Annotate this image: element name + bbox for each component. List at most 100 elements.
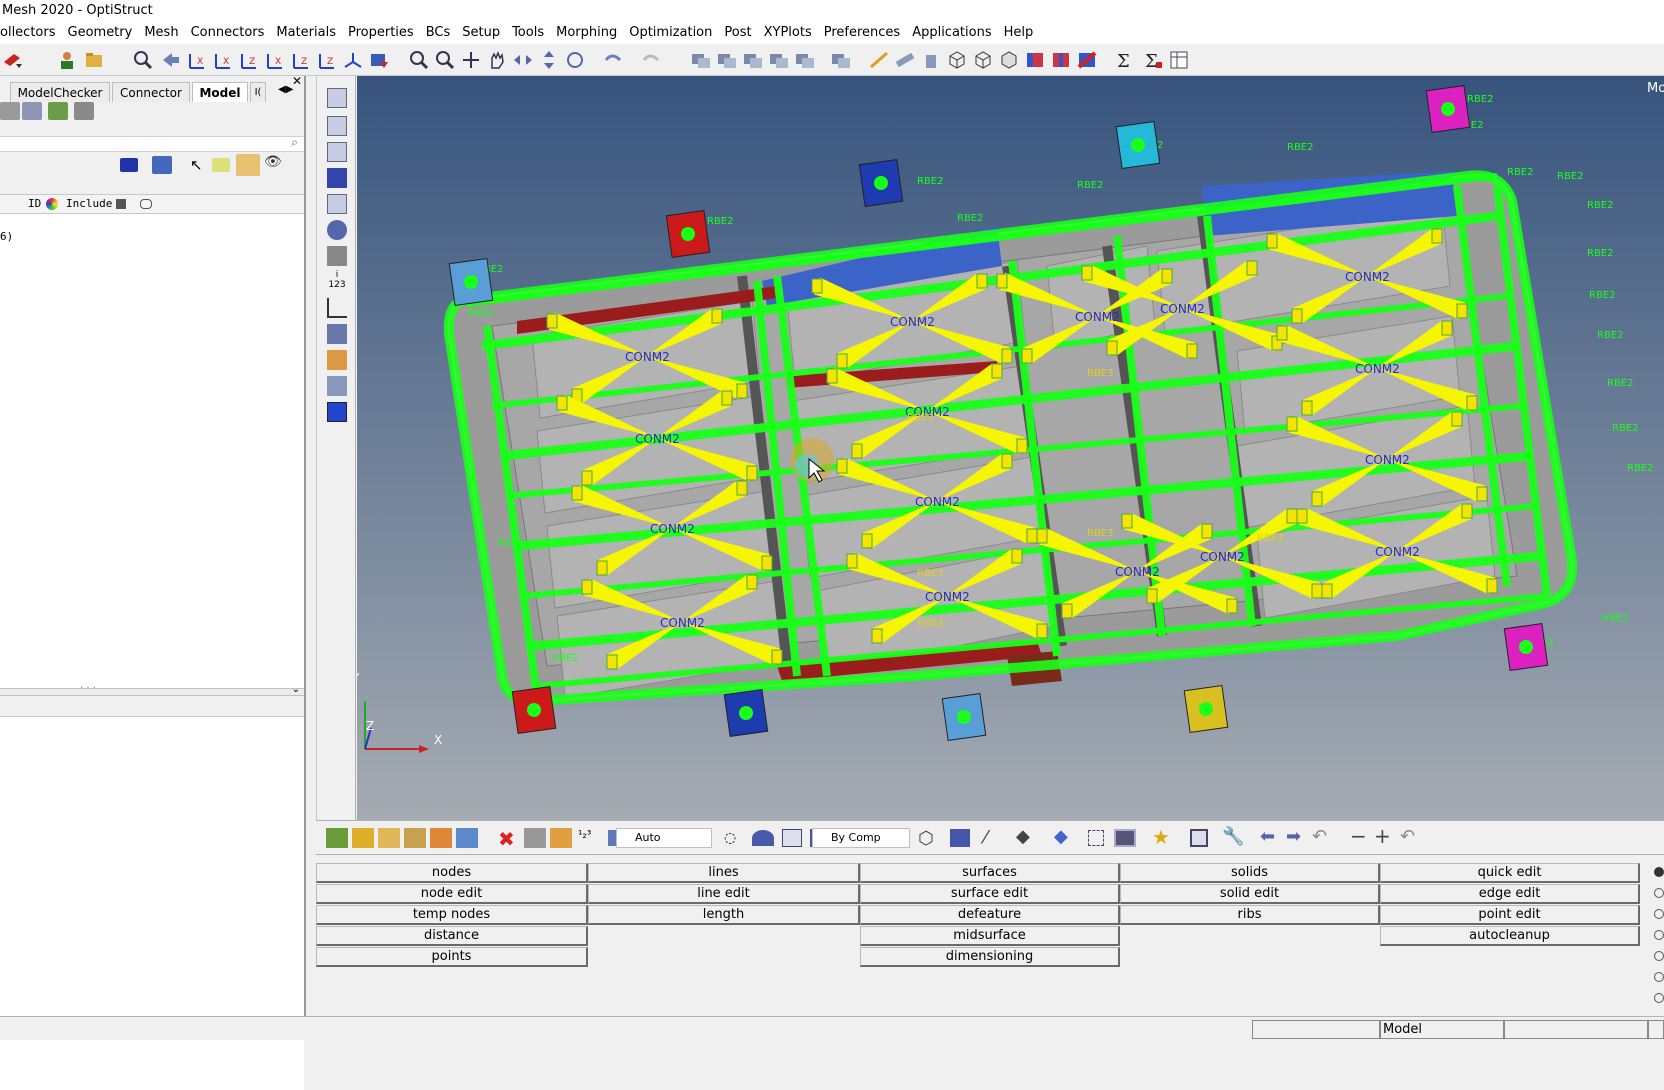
browser-search-input[interactable]: ⌕ — [0, 135, 304, 152]
menu-materials[interactable]: Materials — [270, 22, 342, 44]
undo-icon[interactable] — [602, 50, 624, 70]
scale-icon[interactable] — [327, 298, 347, 318]
binoculars-icon[interactable] — [327, 246, 347, 266]
browser-tool-4-icon[interactable] — [74, 102, 94, 120]
auto-combo[interactable]: Auto — [616, 828, 712, 848]
contour-icon-2[interactable] — [1050, 50, 1072, 70]
zoom-window-icon[interactable] — [132, 50, 154, 70]
layout-icon[interactable] — [1190, 829, 1208, 847]
pan-icon[interactable] — [460, 50, 482, 70]
minus-icon[interactable]: − — [1350, 824, 1367, 848]
panel-surface-edit-button[interactable]: surface edit — [860, 884, 1120, 904]
shaded-icon[interactable] — [752, 830, 774, 846]
vtool-6-icon[interactable] — [327, 220, 347, 240]
hand-icon[interactable] — [486, 50, 508, 70]
tab-modelchecker[interactable]: ModelChecker — [10, 82, 110, 102]
page-radio-geom[interactable] — [1654, 867, 1664, 877]
graphics-viewport[interactable]: CONM2 CONM2 CONM2 CONM2 CONM2 CONM2 CONM2 CONM2… — [357, 76, 1664, 820]
page-radio-tool[interactable] — [1654, 972, 1664, 982]
menu-preferences[interactable]: Preferences — [818, 22, 906, 44]
iso-view-icon[interactable] — [342, 50, 364, 70]
axis-view-2-icon[interactable]: X — [212, 50, 234, 70]
abc-red-icon[interactable] — [327, 350, 347, 370]
panel-length-button[interactable]: length — [588, 905, 860, 925]
vtool-1-icon[interactable] — [327, 88, 347, 108]
panel-point-edit-button[interactable]: point edit — [1380, 905, 1640, 925]
axis-view-6-icon[interactable]: Z — [316, 50, 338, 70]
properties-icon[interactable] — [378, 828, 400, 848]
sigma-icon[interactable]: Σ — [1114, 50, 1136, 70]
menu-connectors[interactable]: Connectors — [185, 22, 271, 44]
vtool-2-icon[interactable] — [327, 116, 347, 136]
tab-connector[interactable]: Connector — [112, 82, 190, 102]
menu-bcs[interactable]: BCs — [420, 22, 457, 44]
close-icon[interactable]: ✕ — [292, 74, 302, 88]
user-profile-icon[interactable] — [56, 50, 78, 70]
mesh-wire-icon[interactable]: ⬡ — [918, 828, 934, 849]
save-view-icon[interactable] — [368, 50, 390, 70]
menu-post[interactable]: Post — [718, 22, 757, 44]
zoom-fit-icon[interactable] — [434, 50, 456, 70]
model-graphics[interactable]: CONM2 CONM2 CONM2 CONM2 CONM2 CONM2 CONM2 CONM2… — [357, 76, 1664, 820]
menu-morphing[interactable]: Morphing — [550, 22, 623, 44]
wrench-icon[interactable]: 🔧 — [1222, 826, 1244, 847]
open-model-icon[interactable] — [2, 50, 24, 70]
cube-shaded-icon[interactable] — [998, 50, 1020, 70]
panel-node-edit-button[interactable]: node edit — [316, 884, 588, 904]
panel-autocleanup-button[interactable]: autocleanup — [1380, 926, 1640, 946]
page-radio-post[interactable] — [1654, 993, 1664, 1003]
menu-optimization[interactable]: Optimization — [623, 22, 718, 44]
browser-tool-2-icon[interactable] — [22, 102, 42, 120]
contour-icon-1[interactable] — [1024, 50, 1046, 70]
tab-model[interactable]: Model — [192, 82, 248, 102]
display-icon-5[interactable] — [794, 50, 816, 70]
box-icon[interactable] — [782, 829, 802, 847]
lasso-icon[interactable]: ◌ — [724, 830, 736, 846]
axis-view-5-icon[interactable]: Z — [290, 50, 312, 70]
rotate-vertical-icon[interactable] — [538, 50, 560, 70]
weight-icon[interactable] — [920, 50, 942, 70]
column-visibility-icon[interactable] — [140, 199, 152, 209]
monitor-icon[interactable] — [1114, 829, 1136, 847]
axis-view-3-icon[interactable]: Z — [238, 50, 260, 70]
display-icon-4[interactable] — [768, 50, 790, 70]
plus-icon[interactable]: + — [1374, 824, 1391, 848]
plane-icon[interactable]: ◆ — [1016, 826, 1030, 847]
unmask-icon[interactable] — [550, 828, 572, 848]
collector-icon[interactable] — [352, 828, 374, 848]
undo-view-icon[interactable]: ↶ — [1400, 826, 1415, 847]
vtool-3-icon[interactable] — [327, 142, 347, 162]
panel-midsurface-button[interactable]: midsurface — [860, 926, 1120, 946]
tree-item[interactable]: 6) — [0, 230, 13, 243]
display-icon-6[interactable] — [830, 50, 852, 70]
panel-line-edit-button[interactable]: line edit — [588, 884, 860, 904]
display-icon-3[interactable] — [742, 50, 764, 70]
loads-icon[interactable] — [430, 828, 452, 848]
line-style-icon[interactable]: ⁄ — [984, 827, 987, 848]
menu-xyplots[interactable]: XYPlots — [758, 22, 818, 44]
display-icon-1[interactable] — [690, 50, 712, 70]
panel-ribs-button[interactable]: ribs — [1120, 905, 1380, 925]
measure-icon[interactable] — [868, 50, 890, 70]
panel-solid-edit-button[interactable]: solid edit — [1120, 884, 1380, 904]
menu-applications[interactable]: Applications — [906, 22, 997, 44]
abc-label-icon[interactable] — [327, 324, 347, 344]
browser-tool-3-icon[interactable] — [48, 102, 68, 120]
panel-lines-button[interactable]: lines — [588, 863, 860, 883]
search-icon[interactable]: ⌕ — [291, 135, 298, 150]
zoom-in-icon[interactable] — [408, 50, 430, 70]
color-column-icon[interactable] — [46, 198, 58, 210]
column-include[interactable]: Include — [66, 197, 112, 210]
page-radio-3d[interactable] — [1654, 930, 1664, 940]
vtool-13-icon[interactable] — [327, 402, 347, 422]
menu-tools[interactable]: Tools — [506, 22, 550, 44]
menu-properties[interactable]: Properties — [342, 22, 420, 44]
eye-icon[interactable]: 👁 — [264, 154, 282, 170]
previous-view-icon[interactable] — [160, 50, 182, 70]
mask-icon[interactable] — [524, 828, 546, 848]
entity-filter-icon[interactable] — [120, 158, 138, 172]
column-solid-icon[interactable] — [116, 199, 126, 209]
cube-wire-icon[interactable] — [946, 50, 968, 70]
panel-distance-button[interactable]: distance — [316, 926, 588, 946]
panel-edge-edit-button[interactable]: edge edit — [1380, 884, 1640, 904]
